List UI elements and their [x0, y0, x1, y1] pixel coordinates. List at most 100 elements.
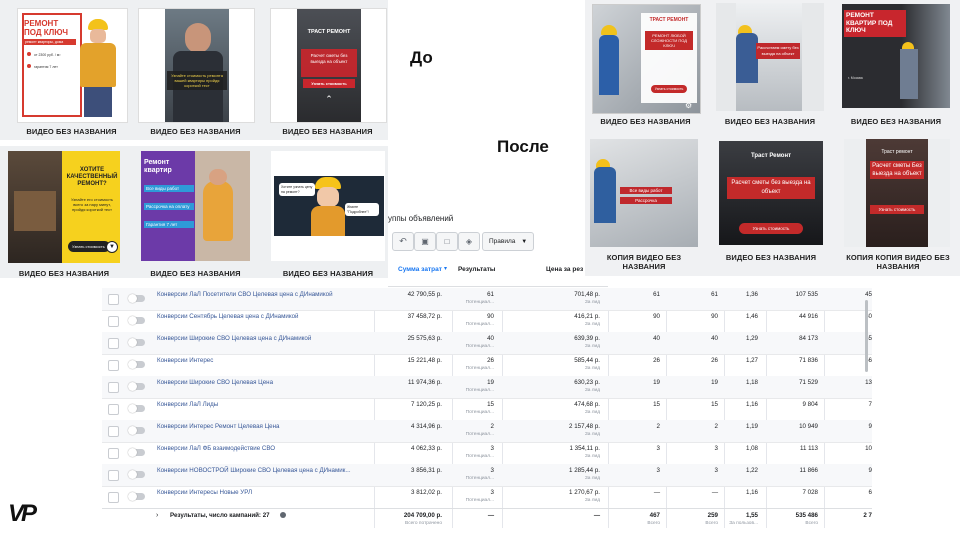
- cell-c5: 9: [868, 467, 872, 474]
- row-checkbox[interactable]: [108, 426, 119, 437]
- campaign-toggle[interactable]: [128, 360, 145, 369]
- campaign-name-link[interactable]: Конверсии Сентябрь Целевая цена с ДИнами…: [157, 313, 299, 320]
- header-cpr[interactable]: Цена за рез: [546, 266, 583, 273]
- campaign-name-link[interactable]: Конверсии Интересы Новые УРЛ: [157, 489, 252, 496]
- table-row[interactable]: Конверсии Интересы Новые УРЛ 3 812,02 р. 3…: [102, 486, 872, 509]
- chevron-up-icon: ⌃: [325, 94, 333, 104]
- expand-chevron-icon[interactable]: ›: [156, 512, 158, 519]
- before-ad-3[interactable]: ТРАСТ РЕМОНТ Расчет сметы без выезда на …: [270, 8, 387, 123]
- campaign-toggle[interactable]: [128, 448, 145, 457]
- ad-groups-tab[interactable]: уппы объявлений: [388, 214, 453, 223]
- cell-c1: 90: [653, 313, 660, 320]
- table-row[interactable]: Конверсии Интерес Ремонт Целевая Цена 4 3…: [102, 420, 872, 443]
- campaign-toggle[interactable]: [128, 316, 145, 325]
- campaign-toggle[interactable]: [128, 338, 145, 347]
- before-ad-4[interactable]: ХОТИТЕ КАЧЕСТВЕННЫЙ РЕМОНТ? Узнайте его …: [8, 151, 120, 263]
- campaign-toggle[interactable]: [128, 426, 145, 435]
- campaign-toggle[interactable]: [128, 470, 145, 479]
- row-checkbox[interactable]: [108, 492, 119, 503]
- cell-spend: 3 812,02 р.: [411, 489, 442, 496]
- row-checkbox[interactable]: [108, 316, 119, 327]
- cell-spend: 4 062,33 р.: [411, 445, 442, 452]
- campaign-name-link[interactable]: Конверсии ЛаЛ Посетители СВО Целевая цен…: [157, 291, 333, 298]
- table-row[interactable]: Конверсии Сентябрь Целевая цена с ДИнами…: [102, 310, 872, 333]
- cell-cpr: 630,23 р.: [574, 379, 600, 386]
- cell-c2: 15: [711, 401, 718, 408]
- rules-dropdown[interactable]: Правила ▼: [482, 232, 534, 251]
- header-spend[interactable]: Сумма затрат: [398, 266, 442, 273]
- total-c1: 467: [649, 512, 660, 519]
- table-row[interactable]: Конверсии ЛаЛ Посетители СВО Целевая цен…: [102, 288, 872, 311]
- after-ad-4[interactable]: Все виды работ Рассрочка: [590, 139, 698, 247]
- campaign-name-link[interactable]: Конверсии Интерес: [157, 357, 213, 364]
- gear-icon[interactable]: ⚙: [685, 101, 692, 110]
- totals-row: › Результаты, число кампаний: 27 204 709,0…: [102, 508, 872, 529]
- campaign-toggle[interactable]: [128, 294, 145, 303]
- cell-cpr: 2 157,48 р.: [569, 423, 600, 430]
- tag-icon[interactable]: ◈: [458, 232, 480, 251]
- worker-figure: [78, 19, 118, 117]
- after-ad-5[interactable]: Траст Ремонт Расчет сметы без выезда на …: [719, 141, 823, 245]
- before-ad-1[interactable]: РЕМОНТ ПОД КЛЮЧ ремонт квартиры, дома от…: [17, 8, 128, 123]
- cell-spend: 25 575,63 р.: [407, 335, 442, 342]
- cell-cpr-sub: За лид: [584, 476, 600, 481]
- cell-res-sub: Потенциал...: [465, 388, 494, 393]
- cell-c2: 61: [711, 291, 718, 298]
- after-ad-6[interactable]: Траст ремонт Расчет сметы Без выезда на …: [844, 139, 950, 247]
- cell-c4: 107 535: [795, 291, 818, 298]
- after-ad-1[interactable]: ТРАСТ РЕМОНТ РЕМОНТ ЛЮБОЙ СЛОЖНОСТИ ПОД …: [592, 4, 701, 114]
- cell-res-sub: Потенциал...: [465, 344, 494, 349]
- before-ad-6[interactable]: Хотите узнать цену на ремонт? Жмите "Под…: [271, 151, 385, 261]
- total-c3-sub: За пользов...: [729, 521, 758, 526]
- cell-spend: 4 314,96 р.: [411, 423, 442, 430]
- table-row[interactable]: Конверсии Широкие СВО Целевая Цена 11 974…: [102, 376, 872, 399]
- cell-cpr-sub: За лид: [584, 366, 600, 371]
- cell-res-sub: Потенциал...: [465, 366, 494, 371]
- row-checkbox[interactable]: [108, 448, 119, 459]
- table-row[interactable]: Конверсии НОВОСТРОЙ Широкие СВО Целевая …: [102, 464, 872, 487]
- trash-icon[interactable]: ▣: [414, 232, 436, 251]
- table-row[interactable]: Конверсии ЛаЛ ФБ взаимодействие СВО 4 062…: [102, 442, 872, 465]
- before-ad-1-caption: ВИДЕО БЕЗ НАЗВАНИЯ: [26, 127, 117, 136]
- row-checkbox[interactable]: [108, 360, 119, 371]
- row-checkbox[interactable]: [108, 294, 119, 305]
- cell-res: 15: [487, 401, 494, 408]
- table-scrollbar[interactable]: [865, 300, 868, 372]
- total-c5: 2 7: [863, 512, 872, 519]
- campaign-name-link[interactable]: Конверсии Широкие СВО Целевая Цена: [157, 379, 273, 386]
- rules-label: Правила: [489, 238, 516, 245]
- table-row[interactable]: Конверсии Широкие СВО Целевая цена с ДИн…: [102, 332, 872, 355]
- row-checkbox[interactable]: [108, 338, 119, 349]
- cell-spend: 42 790,55 р.: [407, 291, 442, 298]
- campaign-toggle[interactable]: [128, 382, 145, 391]
- cell-spend: 37 458,72 р.: [407, 313, 442, 320]
- campaign-name-link[interactable]: Конверсии ЛаЛ ФБ взаимодействие СВО: [157, 445, 275, 452]
- row-checkbox[interactable]: [108, 470, 119, 481]
- before-ad-3-caption: ВИДЕО БЕЗ НАЗВАНИЯ: [282, 127, 373, 136]
- row-checkbox[interactable]: [108, 404, 119, 415]
- totals-label: Результаты, число кампаний: 27: [170, 512, 270, 519]
- after-ad-3[interactable]: РЕМОНТ КВАРТИР ПОД КЛЮЧ г. Москва: [842, 4, 950, 108]
- row-checkbox[interactable]: [108, 382, 119, 393]
- cell-c3: 1,27: [745, 357, 758, 364]
- preview-icon[interactable]: □: [436, 232, 458, 251]
- table-row[interactable]: Конверсии ЛаЛ Лиды 7 120,25 р. 15 Потенциал…: [102, 398, 872, 421]
- after-ad-2[interactable]: Рассчитаем смету без выезда на объект: [716, 3, 824, 111]
- cell-cpr-sub: За лид: [584, 432, 600, 437]
- brand-logo: VP: [8, 500, 37, 527]
- before-ad-5[interactable]: Ремонт квартир Все виды работ Рассрочка …: [141, 151, 250, 261]
- campaign-name-link[interactable]: Конверсии Интерес Ремонт Целевая Цена: [157, 423, 279, 430]
- cell-res-sub: Потенциал...: [465, 322, 494, 327]
- info-icon[interactable]: [280, 512, 286, 518]
- before-ad-2[interactable]: Узнайте стоимость ремонта вашей квартиры…: [138, 8, 255, 123]
- campaign-toggle[interactable]: [128, 492, 145, 501]
- table-row[interactable]: Конверсии Интерес 15 221,48 р. 26 Потенциал…: [102, 354, 872, 377]
- campaign-name-link[interactable]: Конверсии Широкие СВО Целевая цена с ДИн…: [157, 335, 311, 342]
- cell-c1: —: [653, 489, 660, 496]
- header-results[interactable]: Результаты: [458, 266, 495, 273]
- cell-cpr-sub: За лид: [584, 454, 600, 459]
- campaign-toggle[interactable]: [128, 404, 145, 413]
- undo-icon[interactable]: ↶: [392, 232, 414, 251]
- campaign-name-link[interactable]: Конверсии ЛаЛ Лиды: [157, 401, 218, 408]
- campaign-name-link[interactable]: Конверсии НОВОСТРОЙ Широкие СВО Целевая …: [157, 467, 351, 474]
